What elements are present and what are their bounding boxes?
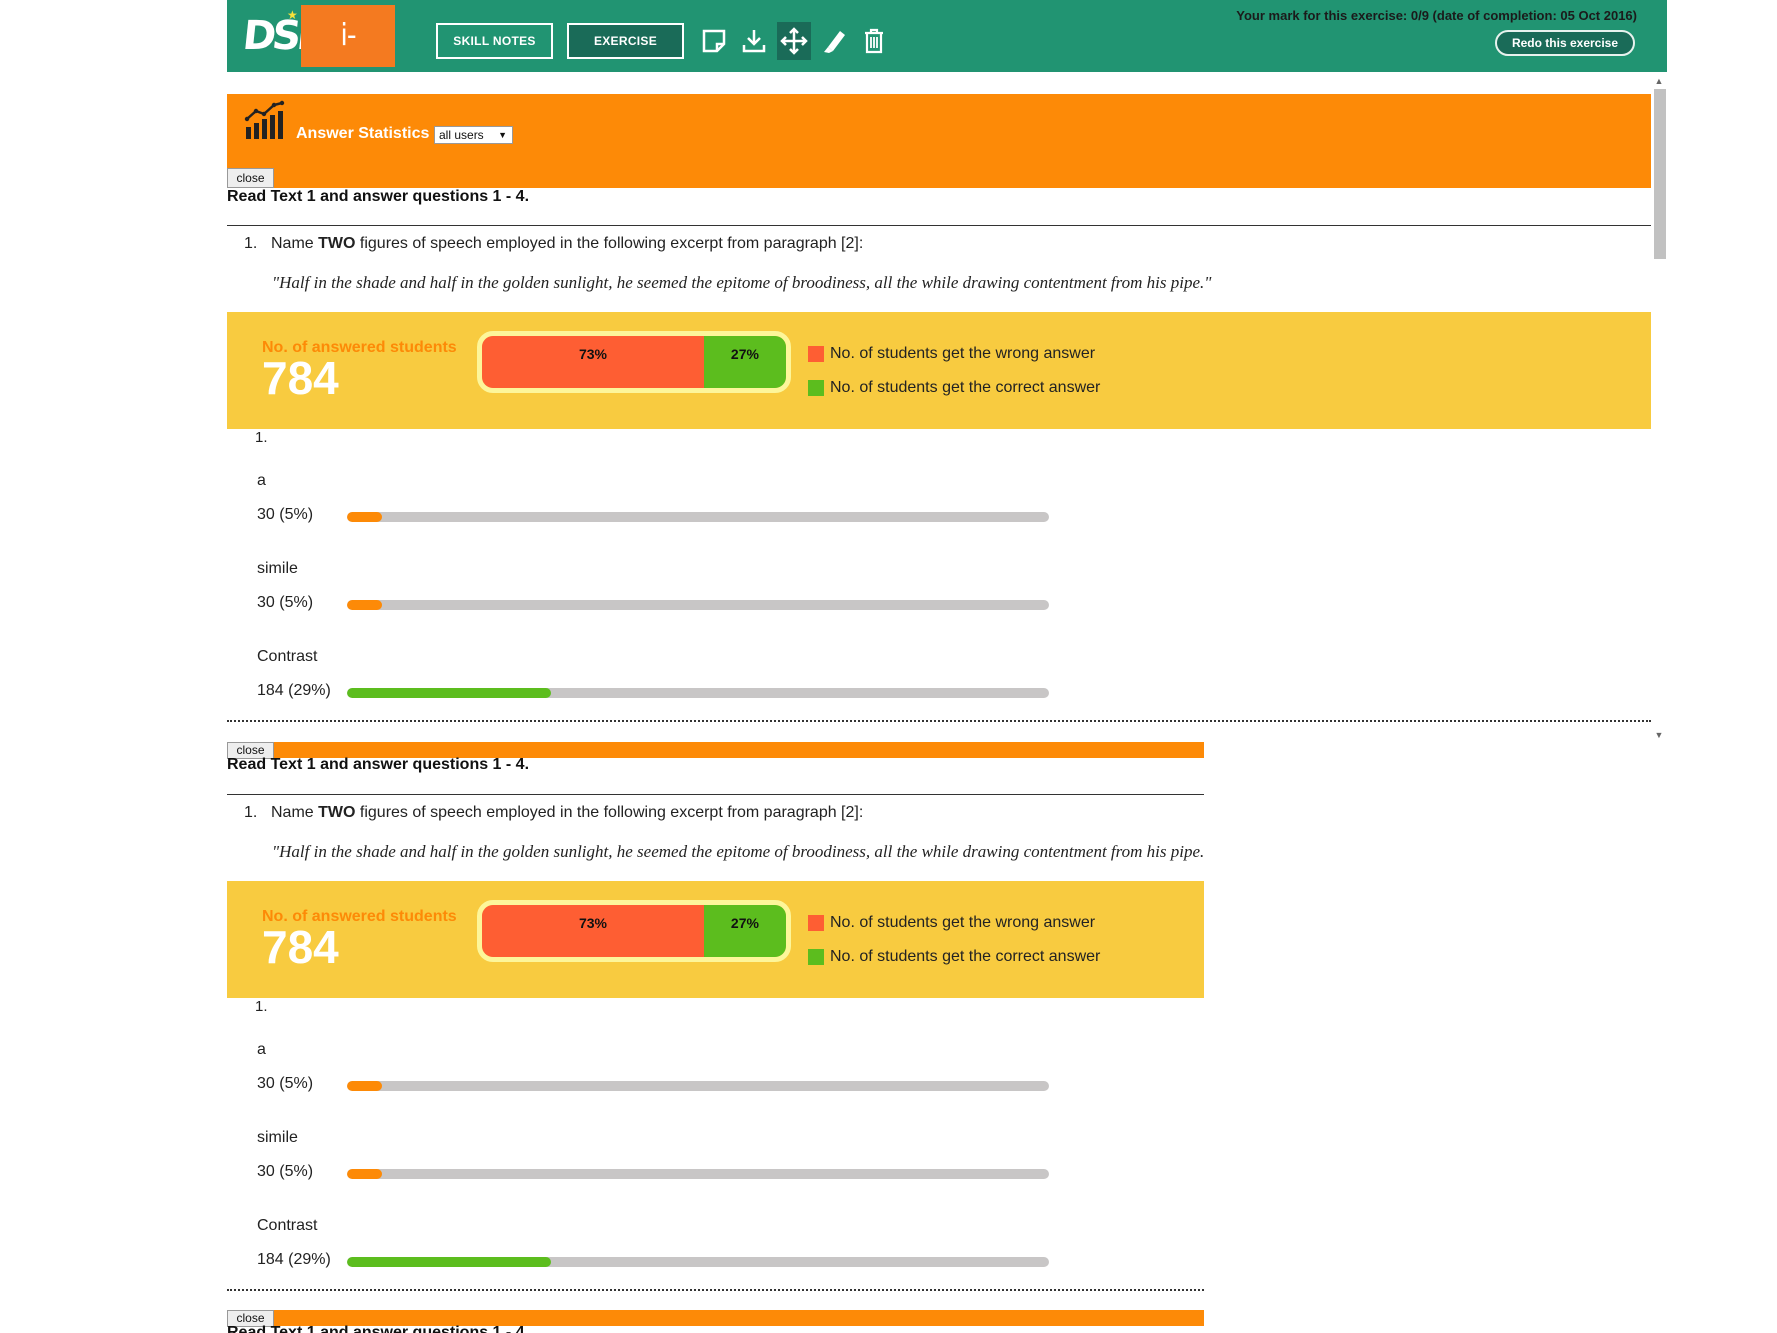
question-post: figures of speech employed in the follow… (355, 804, 864, 821)
trash-icon[interactable] (857, 22, 891, 60)
legend-wrong: No. of students get the wrong answer (808, 914, 1095, 932)
option-progress-fill (347, 1257, 551, 1267)
wrong-answer-segment: 73% (482, 905, 704, 957)
question-post: figures of speech employed in the follow… (355, 235, 864, 252)
question-bold: TWO (318, 804, 356, 821)
skill-notes-button[interactable]: SKILL NOTES (436, 23, 553, 59)
scroll-thumb[interactable] (1654, 89, 1666, 259)
legend-correct: No. of students get the correct answer (808, 948, 1100, 966)
legend-wrong-swatch (808, 346, 824, 362)
option-progress-track (347, 688, 1049, 698)
answer-ratio-bar: 73% 27% (477, 331, 791, 393)
correct-answer-segment: 27% (703, 336, 786, 388)
app-header: DSE ★ i-Learner SKILL NOTES EXERCISE You… (227, 0, 1667, 115)
legend-wrong-label: No. of students get the wrong answer (830, 345, 1096, 362)
option-value: 30 (5%) (257, 506, 314, 523)
answer-ratio-bar: 73% 27% (477, 900, 791, 962)
option-progress-track (347, 1081, 1049, 1091)
option-value: 184 (29%) (257, 682, 331, 699)
section-title: Read Text 1 and answer questions 1 - 4. (227, 188, 530, 205)
section-title: Read Text 1 and answer questions 1 - 4. (227, 1324, 530, 1333)
legend-correct-label: No. of students get the correct answer (830, 379, 1101, 396)
stats-title: Answer Statistics (296, 125, 430, 142)
option-label: Contrast (257, 648, 318, 665)
option-value: 30 (5%) (257, 594, 314, 611)
option-value: 184 (29%) (257, 1251, 331, 1268)
question-text: 1. Name TWO figures of speech employed in… (244, 235, 863, 253)
legend-correct-label: No. of students get the correct answer (830, 948, 1101, 965)
question-divider (227, 720, 1651, 722)
option-progress-fill (347, 600, 383, 610)
legend-correct-swatch (808, 949, 824, 965)
option-label: Contrast (257, 1217, 318, 1234)
answered-summary: No. of answered students 784 73% 27% No.… (227, 881, 1204, 998)
option-progress-fill (347, 688, 551, 698)
question-number: 1. (244, 804, 258, 821)
sub-question-number: 1. (255, 998, 268, 1015)
option-value: 30 (5%) (257, 1075, 314, 1092)
statistics-chart-icon (244, 100, 285, 139)
answer-statistics-panel: Answer Statistics all users ▼ close Read… (227, 94, 1651, 726)
legend-wrong-label: No. of students get the wrong answer (830, 914, 1096, 931)
question-quote: "Half in the shade and half in the golde… (272, 842, 1204, 861)
question-number: 1. (244, 235, 258, 252)
download-icon[interactable] (737, 22, 771, 60)
wrong-answer-segment: 73% (482, 336, 704, 388)
option-progress-track (347, 1169, 1049, 1179)
option-progress-track (347, 600, 1049, 610)
option-progress-fill (347, 1081, 383, 1091)
section-divider (227, 794, 1204, 795)
option-label: a (257, 472, 266, 489)
logo-ilearner: i-Learner (301, 5, 398, 115)
answered-students-count: 784 (262, 352, 339, 404)
answered-summary: No. of answered students 784 73% 27% No.… (227, 312, 1651, 429)
stats-header: Answer Statistics all users ▼ close (227, 94, 1651, 188)
scroll-down-arrow-icon[interactable]: ▼ (1651, 727, 1667, 743)
option-label: simile (257, 560, 298, 577)
question-quote: "Half in the shade and half in the golde… (272, 273, 1212, 292)
user-filter-value: all users (439, 128, 484, 142)
option-progress-track (347, 512, 1049, 522)
exercise-button[interactable]: EXERCISE (567, 23, 684, 59)
question-pre: Name (271, 804, 319, 821)
option-progress-fill (347, 512, 383, 522)
option-value: 30 (5%) (257, 1163, 314, 1180)
highlighter-icon[interactable] (817, 22, 851, 60)
section-title: Read Text 1 and answer questions 1 - 4. (227, 756, 530, 773)
option-progress-track (347, 1257, 1049, 1267)
close-button[interactable]: close (227, 168, 274, 188)
user-filter-select[interactable]: all users ▼ (434, 126, 513, 144)
question-pre: Name (271, 235, 319, 252)
legend-wrong-swatch (808, 915, 824, 931)
move-icon[interactable] (777, 22, 811, 60)
question-divider (227, 1289, 1204, 1291)
option-label: simile (257, 1129, 298, 1146)
stats-scrollbar[interactable]: ▲ ▼ (1651, 73, 1667, 743)
option-label: a (257, 1041, 266, 1058)
question-bold: TWO (318, 235, 356, 252)
logo-star-icon: ★ (287, 8, 298, 22)
scroll-up-arrow-icon[interactable]: ▲ (1651, 73, 1667, 89)
note-icon[interactable] (697, 22, 731, 60)
legend-correct: No. of students get the correct answer (808, 379, 1100, 397)
sub-question-number: 1. (255, 429, 268, 446)
question-text: 1. Name TWO figures of speech employed in… (244, 804, 863, 822)
dse-ilearner-logo[interactable]: DSE ★ i-Learner (241, 5, 398, 115)
section-divider (227, 225, 1651, 226)
legend-wrong: No. of students get the wrong answer (808, 345, 1095, 363)
answer-statistics-panel-copy: close Read Text 1 and answer questions 1… (227, 742, 1204, 1333)
answered-students-count: 784 (262, 921, 339, 973)
select-arrow-icon: ▼ (498, 130, 507, 140)
correct-answer-segment: 27% (703, 905, 786, 957)
legend-correct-swatch (808, 380, 824, 396)
option-progress-fill (347, 1169, 383, 1179)
exercise-mark-text: Your mark for this exercise: 0/9 (date o… (1236, 8, 1637, 23)
redo-exercise-button[interactable]: Redo this exercise (1495, 30, 1635, 56)
